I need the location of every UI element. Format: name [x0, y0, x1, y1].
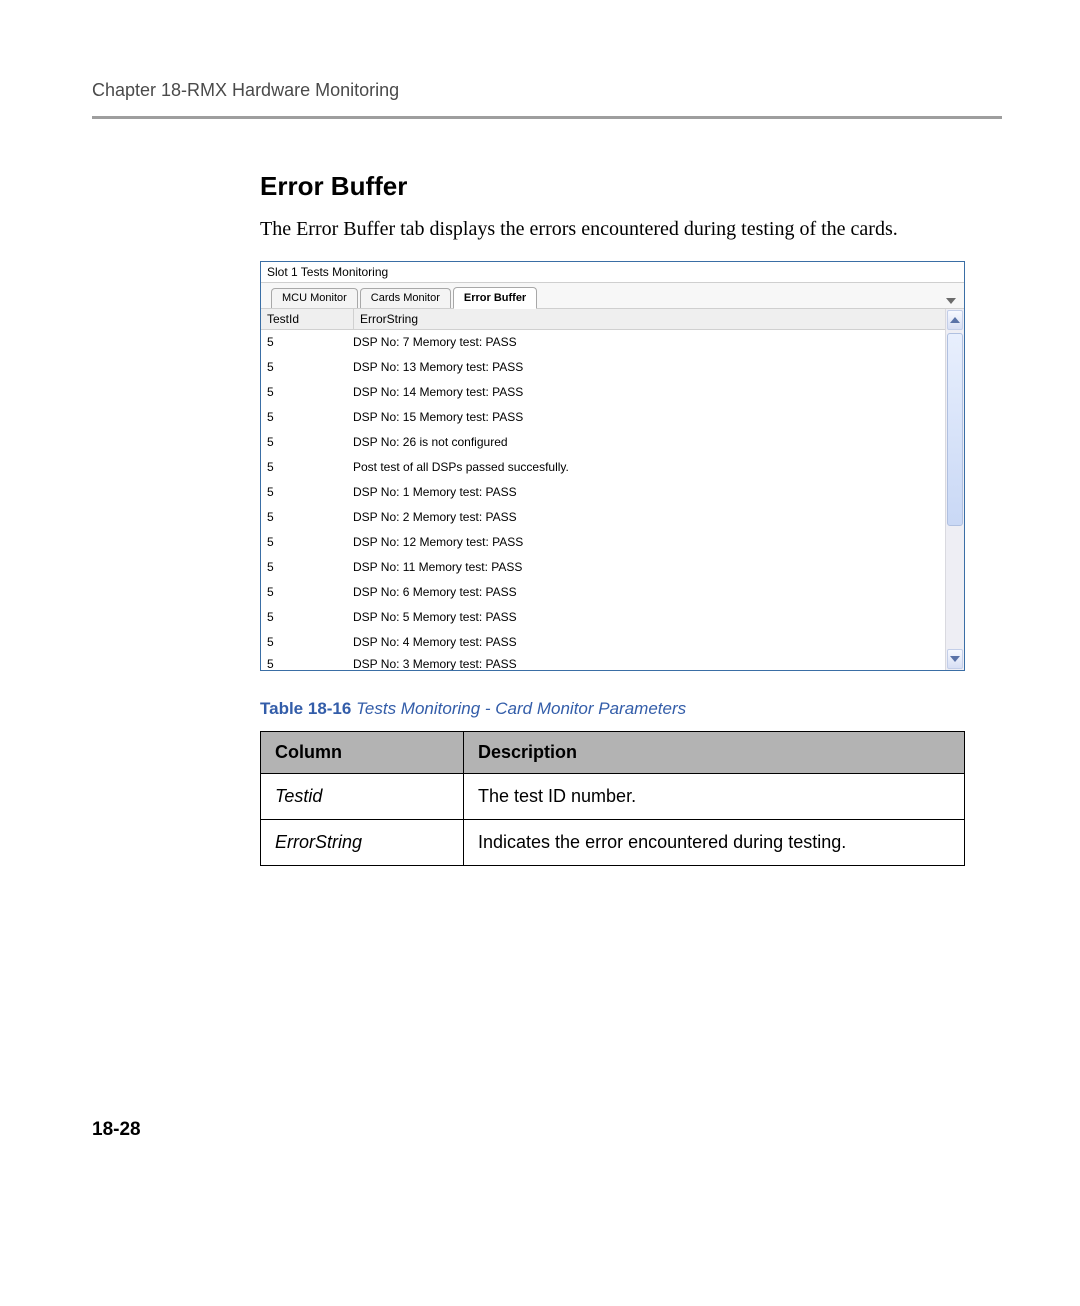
table-row[interactable]: 5 DSP No: 15 Memory test: PASS — [261, 405, 945, 430]
table-row[interactable]: 5 DSP No: 6 Memory test: PASS — [261, 580, 945, 605]
content: Error Buffer The Error Buffer tab displa… — [260, 171, 986, 866]
cell-column: ErrorString — [261, 819, 464, 865]
grid: TestId ErrorString 5 DSP No: 7 Memory te… — [261, 308, 964, 670]
cell-testid: 5 — [261, 410, 347, 424]
cell-testid: 5 — [261, 560, 347, 574]
cell-errorstring: DSP No: 1 Memory test: PASS — [347, 485, 945, 499]
table-row[interactable]: 5 DSP No: 13 Memory test: PASS — [261, 355, 945, 380]
table-row[interactable]: 5 DSP No: 11 Memory test: PASS — [261, 555, 945, 580]
column-header-testid[interactable]: TestId — [261, 309, 354, 329]
tab-error-buffer[interactable]: Error Buffer — [453, 287, 537, 309]
table-row[interactable]: 5 DSP No: 14 Memory test: PASS — [261, 380, 945, 405]
th-description: Description — [464, 731, 965, 773]
column-header-errorstring[interactable]: ErrorString — [354, 309, 945, 329]
cell-testid: 5 — [261, 385, 347, 399]
cell-column: Testid — [261, 773, 464, 819]
cell-errorstring: DSP No: 6 Memory test: PASS — [347, 585, 945, 599]
scroll-down-button[interactable] — [947, 649, 963, 669]
cell-errorstring: DSP No: 7 Memory test: PASS — [347, 335, 945, 349]
cell-errorstring: DSP No: 11 Memory test: PASS — [347, 560, 945, 574]
vertical-scrollbar[interactable] — [945, 309, 964, 670]
cell-testid: 5 — [261, 535, 347, 549]
cell-errorstring: DSP No: 13 Memory test: PASS — [347, 360, 945, 374]
table-row[interactable]: 5 DSP No: 2 Memory test: PASS — [261, 505, 945, 530]
table-row[interactable]: 5 DSP No: 5 Memory test: PASS — [261, 605, 945, 630]
table-row: Testid The test ID number. — [261, 773, 965, 819]
cell-testid: 5 — [261, 510, 347, 524]
window-title: Slot 1 Tests Monitoring — [261, 262, 964, 282]
section-heading: Error Buffer — [260, 171, 986, 202]
divider — [92, 116, 1002, 119]
arrow-down-icon — [950, 656, 960, 662]
cell-testid: 5 — [261, 335, 347, 349]
cell-description: The test ID number. — [464, 773, 965, 819]
table-caption: Table 18-16 Tests Monitoring - Card Moni… — [260, 699, 986, 719]
tests-monitoring-window: Slot 1 Tests Monitoring MCU Monitor Card… — [260, 261, 965, 671]
cell-errorstring: DSP No: 15 Memory test: PASS — [347, 410, 945, 424]
table-row[interactable]: 5 DSP No: 3 Memory test: PASS — [261, 655, 945, 670]
cell-testid: 5 — [261, 485, 347, 499]
page: Chapter 18-RMX Hardware Monitoring Error… — [0, 0, 1080, 1306]
arrow-up-icon — [950, 317, 960, 323]
cell-testid: 5 — [261, 435, 347, 449]
grid-rows: 5 DSP No: 7 Memory test: PASS 5 DSP No: … — [261, 330, 945, 670]
cell-errorstring: DSP No: 5 Memory test: PASS — [347, 610, 945, 624]
cell-testid: 5 — [261, 360, 347, 374]
cell-testid: 5 — [261, 657, 347, 670]
tab-cards-monitor[interactable]: Cards Monitor — [360, 288, 451, 308]
cell-errorstring: DSP No: 14 Memory test: PASS — [347, 385, 945, 399]
caption-number: Table 18-16 — [260, 699, 351, 718]
cell-testid: 5 — [261, 610, 347, 624]
cell-errorstring: Post test of all DSPs passed succesfully… — [347, 460, 945, 474]
table-row[interactable]: 5 DSP No: 26 is not configured — [261, 430, 945, 455]
section-intro: The Error Buffer tab displays the errors… — [260, 216, 986, 243]
scroll-thumb[interactable] — [947, 333, 963, 526]
cell-errorstring: DSP No: 3 Memory test: PASS — [347, 657, 945, 670]
th-column: Column — [261, 731, 464, 773]
tab-overflow-button[interactable] — [946, 295, 960, 307]
cell-errorstring: DSP No: 4 Memory test: PASS — [347, 635, 945, 649]
cell-testid: 5 — [261, 460, 347, 474]
chapter-title: Chapter 18-RMX Hardware Monitoring — [92, 80, 1002, 101]
parameters-table: Column Description Testid The test ID nu… — [260, 731, 965, 866]
table-row: ErrorString Indicates the error encounte… — [261, 819, 965, 865]
table-row[interactable]: 5 DSP No: 7 Memory test: PASS — [261, 330, 945, 355]
table-row[interactable]: 5 DSP No: 1 Memory test: PASS — [261, 480, 945, 505]
cell-description: Indicates the error encountered during t… — [464, 819, 965, 865]
scroll-up-button[interactable] — [947, 310, 963, 330]
cell-testid: 5 — [261, 635, 347, 649]
table-row[interactable]: 5 DSP No: 4 Memory test: PASS — [261, 630, 945, 655]
caption-title: Tests Monitoring - Card Monitor Paramete… — [356, 699, 686, 718]
table-row[interactable]: 5 DSP No: 12 Memory test: PASS — [261, 530, 945, 555]
cell-testid: 5 — [261, 585, 347, 599]
table-row[interactable]: 5 Post test of all DSPs passed succesful… — [261, 455, 945, 480]
chevron-down-icon — [946, 298, 956, 304]
cell-errorstring: DSP No: 26 is not configured — [347, 435, 945, 449]
cell-errorstring: DSP No: 2 Memory test: PASS — [347, 510, 945, 524]
scroll-track[interactable] — [946, 331, 964, 649]
page-number: 18-28 — [92, 1119, 141, 1141]
grid-header: TestId ErrorString — [261, 309, 945, 330]
cell-errorstring: DSP No: 12 Memory test: PASS — [347, 535, 945, 549]
tab-strip: MCU Monitor Cards Monitor Error Buffer — [261, 282, 964, 308]
tab-mcu-monitor[interactable]: MCU Monitor — [271, 288, 358, 308]
